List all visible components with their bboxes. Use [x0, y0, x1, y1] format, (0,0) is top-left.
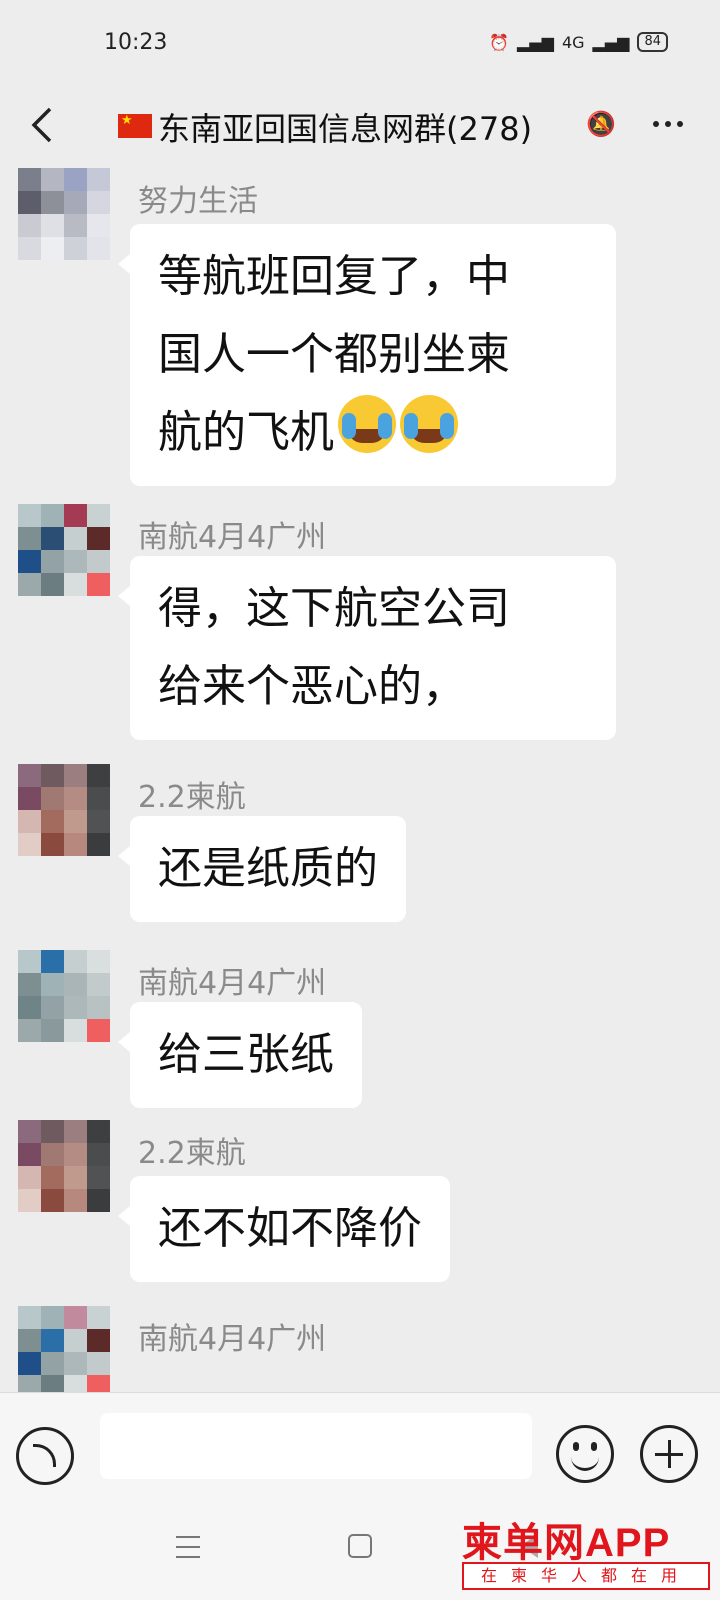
- network-type: 4G: [561, 32, 585, 52]
- avatar[interactable]: [18, 1306, 110, 1392]
- message-line: 还不如不降价: [158, 1203, 422, 1254]
- emoji-button[interactable]: [556, 1425, 614, 1483]
- message-input[interactable]: [100, 1413, 532, 1479]
- message-bubble[interactable]: 还是纸质的: [118, 816, 406, 922]
- message-line: 给来个恶心的，: [158, 661, 466, 712]
- message-bubble[interactable]: 得，这下航空公司 给来个恶心的，: [118, 556, 616, 740]
- signal-icon: ▂▄▆: [517, 32, 554, 52]
- avatar[interactable]: [18, 764, 110, 856]
- avatar[interactable]: [18, 168, 110, 260]
- avatar[interactable]: [18, 504, 110, 596]
- chat-title[interactable]: 东南亚回国信息网群(278): [158, 104, 532, 150]
- sender-name: 南航4月4广州: [138, 966, 327, 1001]
- message-line: 国人一个都别坐柬: [158, 329, 510, 380]
- voice-input-button[interactable]: [16, 1427, 74, 1485]
- message-bubble[interactable]: 给三张纸: [118, 1002, 362, 1108]
- menu-icon[interactable]: [176, 1536, 200, 1558]
- watermark-tagline: 在柬华人都在用: [462, 1562, 710, 1590]
- message-bubble[interactable]: 还不如不降价: [118, 1176, 450, 1282]
- message-line: 得，这下航空公司: [158, 583, 510, 634]
- sender-name: 2.2柬航: [138, 780, 246, 815]
- message-input-bar: [0, 1392, 720, 1501]
- sender-name: 南航4月4广州: [138, 520, 327, 555]
- smiley-icon: [573, 1442, 579, 1451]
- china-flag-icon: [118, 114, 152, 138]
- status-time: 10:23: [104, 30, 168, 55]
- more-options-button[interactable]: [648, 106, 688, 142]
- sender-name: 南航4月4广州: [138, 1322, 327, 1357]
- crying-emoji-icon: [338, 395, 396, 453]
- message-line: 给三张纸: [158, 1029, 334, 1080]
- home-icon[interactable]: [348, 1534, 372, 1558]
- smiley-mouth: [571, 1454, 599, 1471]
- message-line: 还是纸质的: [158, 843, 378, 894]
- message-bubble[interactable]: 等航班回复了，中 国人一个都别坐柬 航的飞机: [118, 224, 616, 486]
- more-dot-icon: [653, 121, 659, 127]
- more-dot-icon: [677, 121, 683, 127]
- status-bar: 10:23 ⏰ ▂▄▆ 4G ▂▄▆ 84: [0, 0, 720, 90]
- back-button[interactable]: [22, 102, 62, 148]
- more-functions-button[interactable]: [640, 1425, 698, 1483]
- battery-indicator: 84: [637, 32, 668, 52]
- status-icons: ⏰ ▂▄▆ 4G ▂▄▆ 84: [489, 32, 668, 52]
- chevron-left-icon: [31, 107, 52, 143]
- avatar[interactable]: [18, 950, 110, 1042]
- watermark-brand: 柬单网APP: [462, 1521, 671, 1565]
- message-list[interactable]: 努力生活 等航班回复了，中 国人一个都别坐柬 航的飞机 南航4月4广州 得，这下…: [0, 160, 720, 1392]
- avatar[interactable]: [18, 1120, 110, 1212]
- watermark-logo: 柬单网APP 在柬华人都在用: [462, 1510, 714, 1594]
- alarm-icon: ⏰: [489, 32, 510, 52]
- sender-name: 努力生活: [138, 184, 258, 219]
- message-line: 等航班回复了，中: [158, 251, 510, 302]
- message-line: 航的飞机: [158, 394, 588, 472]
- signal-icon-2: ▂▄▆: [592, 32, 630, 52]
- crying-emoji-icon: [400, 395, 458, 453]
- more-dot-icon: [665, 121, 671, 127]
- mute-icon: 🔕: [586, 110, 616, 138]
- chat-header: 东南亚回国信息网群(278) 🔕: [0, 90, 720, 160]
- sender-name: 2.2柬航: [138, 1136, 246, 1171]
